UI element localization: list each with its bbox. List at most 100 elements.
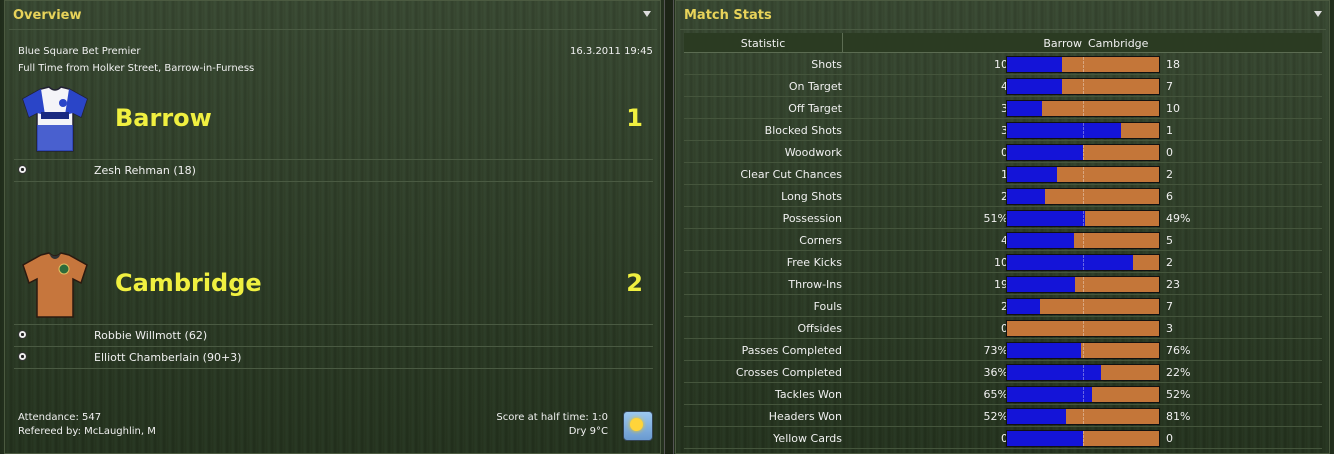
stat-row: Offsides 0 3	[684, 318, 1322, 339]
header-divider	[842, 33, 843, 52]
home-shirt-icon	[22, 86, 88, 152]
stat-home-bar	[1007, 79, 1062, 94]
row-divider	[684, 96, 1322, 97]
statistic-column-header[interactable]: Statistic	[684, 37, 842, 50]
stat-label: Shots	[811, 58, 842, 71]
stat-home-value: 10	[994, 256, 1008, 269]
stat-home-bar	[1007, 101, 1042, 116]
home-team-name[interactable]: Barrow	[115, 104, 212, 132]
divider	[14, 368, 653, 369]
stat-comparison-bar	[1006, 166, 1160, 183]
stat-comparison-bar	[1006, 56, 1160, 73]
stat-away-value: 5	[1166, 234, 1173, 247]
stat-row: Crosses Completed 36% 22%	[684, 362, 1322, 383]
bar-midline	[1083, 387, 1084, 402]
row-divider	[684, 162, 1322, 163]
goal-ball-icon	[18, 330, 27, 339]
stat-row: Headers Won 52% 81%	[684, 406, 1322, 427]
divider	[14, 159, 653, 160]
bar-midline	[1083, 167, 1084, 182]
overview-panel: Overview Blue Square Bet Premier 16.3.20…	[4, 0, 661, 454]
stat-home-bar	[1007, 211, 1085, 226]
stat-row: Clear Cut Chances 1 2	[684, 164, 1322, 185]
stat-comparison-bar	[1006, 320, 1160, 337]
stat-row: Tackles Won 65% 52%	[684, 384, 1322, 405]
stat-label: Crosses Completed	[735, 366, 842, 379]
away-scorer[interactable]: Elliott Chamberlain (90+3)	[94, 351, 241, 364]
row-divider	[684, 382, 1322, 383]
stat-comparison-bar	[1006, 254, 1160, 271]
bar-midline	[1083, 189, 1084, 204]
match-stats-title: Match Stats	[684, 8, 772, 23]
weather-text: Dry 9°C	[568, 426, 608, 437]
stat-away-value: 7	[1166, 80, 1173, 93]
stat-label: Free Kicks	[786, 256, 842, 269]
stat-row: Fouls 2 7	[684, 296, 1322, 317]
stat-comparison-bar	[1006, 188, 1160, 205]
stat-away-value: 2	[1166, 256, 1173, 269]
stat-row: Passes Completed 73% 76%	[684, 340, 1322, 361]
stat-row: Woodwork 0 0	[684, 142, 1322, 163]
bar-midline	[1083, 255, 1084, 270]
title-divider	[680, 29, 1326, 30]
stat-row: Corners 4 5	[684, 230, 1322, 251]
divider	[14, 324, 653, 325]
stat-label: Headers Won	[768, 410, 842, 423]
stat-away-value: 18	[1166, 58, 1180, 71]
halftime-score: Score at half time: 1:0	[496, 412, 608, 423]
away-team-name[interactable]: Cambridge	[115, 269, 262, 297]
stat-comparison-bar	[1006, 78, 1160, 95]
stat-home-value: 10	[994, 58, 1008, 71]
bar-midline	[1083, 57, 1084, 72]
goal-ball-icon	[18, 352, 27, 361]
stat-away-value: 76%	[1166, 344, 1191, 357]
stat-comparison-bar	[1006, 298, 1160, 315]
stat-home-value: 73%	[983, 344, 1008, 357]
stat-comparison-bar	[1006, 210, 1160, 227]
stat-home-bar	[1007, 233, 1074, 248]
stats-collapse-icon[interactable]	[1314, 11, 1322, 17]
stat-comparison-bar	[1006, 342, 1160, 359]
bar-midline	[1083, 233, 1084, 248]
panel-splitter[interactable]	[664, 0, 674, 454]
stat-away-value: 0	[1166, 146, 1173, 159]
stat-label: Blocked Shots	[764, 124, 842, 137]
stat-label: Tackles Won	[774, 388, 842, 401]
stat-label: Woodwork	[784, 146, 842, 159]
stat-row: Free Kicks 10 2	[684, 252, 1322, 273]
stat-away-value: 23	[1166, 278, 1180, 291]
stat-label: Yellow Cards	[773, 432, 842, 445]
stat-away-value: 52%	[1166, 388, 1191, 401]
title-divider	[9, 29, 657, 30]
home-scorer[interactable]: Zesh Rehman (18)	[94, 164, 196, 177]
stat-comparison-bar	[1006, 364, 1160, 381]
stat-away-value: 49%	[1166, 212, 1191, 225]
stat-comparison-bar	[1006, 232, 1160, 249]
bar-midline	[1083, 101, 1084, 116]
stat-row: Shots 10 18	[684, 54, 1322, 75]
stat-home-bar	[1007, 277, 1076, 292]
bar-midline	[1083, 123, 1084, 138]
away-scorer[interactable]: Robbie Willmott (62)	[94, 329, 207, 342]
overview-collapse-icon[interactable]	[643, 11, 651, 17]
stat-away-value: 81%	[1166, 410, 1191, 423]
row-divider	[684, 294, 1322, 295]
divider	[14, 181, 653, 182]
home-column-header: Barrow	[1043, 37, 1082, 50]
away-column-header: Cambridge	[1088, 37, 1149, 50]
stat-home-bar	[1007, 343, 1082, 358]
stat-home-value: 3	[1001, 102, 1008, 115]
divider	[14, 346, 653, 347]
match-venue: Full Time from Holker Street, Barrow-in-…	[18, 63, 255, 74]
stat-row: Off Target 3 10	[684, 98, 1322, 119]
stat-away-value: 6	[1166, 190, 1173, 203]
row-divider	[684, 316, 1322, 317]
stat-label: Offsides	[797, 322, 842, 335]
referee: Refereed by: McLaughlin, M	[18, 426, 156, 437]
stat-label: Off Target	[788, 102, 842, 115]
stat-row: Throw-Ins 19 23	[684, 274, 1322, 295]
stat-comparison-bar	[1006, 386, 1160, 403]
stat-label: Throw-Ins	[788, 278, 842, 291]
match-datetime: 16.3.2011 19:45	[570, 46, 653, 57]
stat-home-bar	[1007, 57, 1062, 72]
